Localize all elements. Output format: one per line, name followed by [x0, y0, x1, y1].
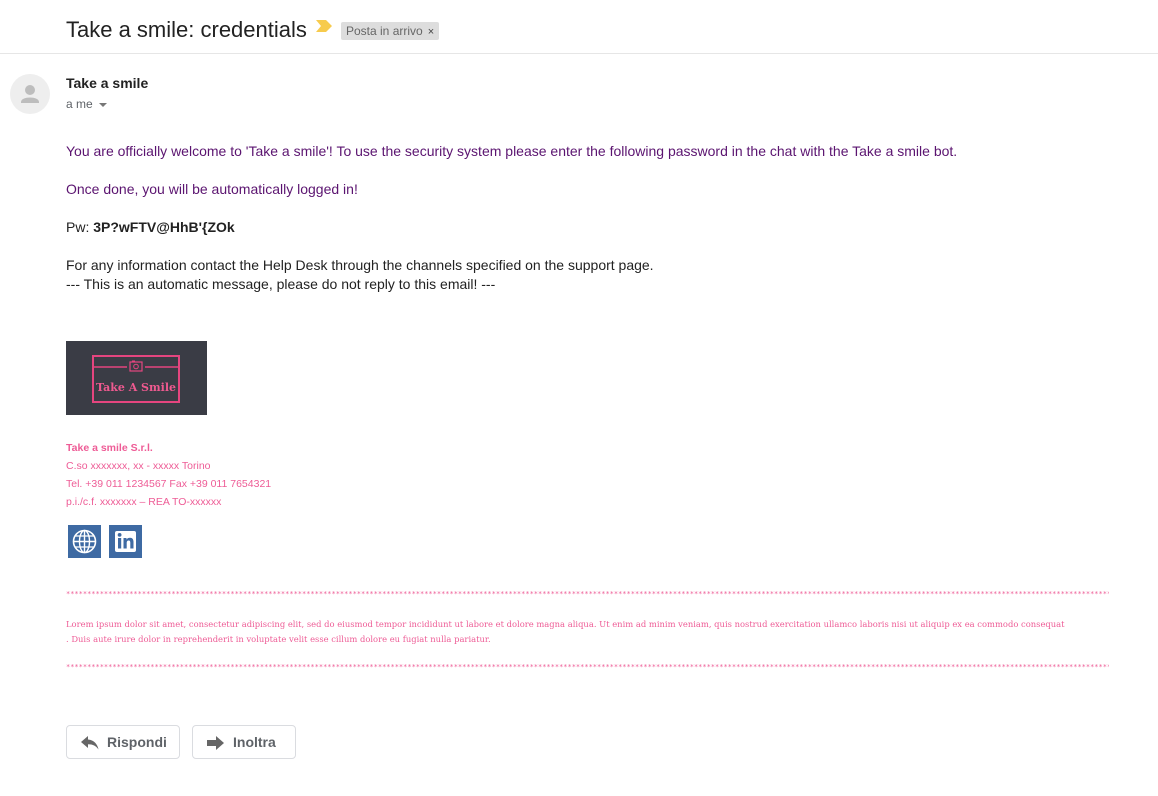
password-label: Pw: — [66, 219, 94, 235]
footer-separator-bottom: ****************************************… — [66, 663, 1109, 671]
sender-avatar[interactable] — [10, 74, 50, 114]
forward-icon — [207, 736, 225, 753]
footer-separator-top: ****************************************… — [66, 590, 1109, 598]
inbox-label-chip[interactable]: Posta in arrivo × — [341, 22, 440, 40]
body-welcome-line: You are officially welcome to 'Take a sm… — [66, 143, 958, 159]
signature-tax: p.i./c.f. xxxxxxx – REA TO-xxxxxx — [66, 496, 222, 508]
footer-lorem-line1: Lorem ipsum dolor sit amet, consectetur … — [66, 619, 1065, 629]
remove-label-icon[interactable]: × — [428, 26, 434, 38]
reply-button[interactable]: Rispondi — [66, 725, 180, 759]
signature-address: C.so xxxxxxx, xx - xxxxx Torino — [66, 460, 211, 472]
footer-lorem-line2: . Duis aute irure dolor in reprehenderit… — [66, 634, 491, 644]
chevron-down-icon[interactable] — [98, 102, 107, 107]
sender-name: Take a smile — [66, 75, 149, 91]
logo-text: Take A Smile — [95, 381, 176, 394]
email-subject: Take a smile: credentials — [66, 17, 307, 42]
logo-frame: Take A Smile — [92, 355, 180, 403]
recipient-details-toggle[interactable]: a me — [66, 97, 107, 111]
signature-phone: Tel. +39 011 1234567 Fax +39 011 7654321 — [66, 478, 272, 490]
reply-label: Rispondi — [107, 734, 167, 750]
recipient-text: a me — [66, 97, 93, 111]
globe-icon[interactable] — [68, 525, 101, 558]
forward-label: Inoltra — [233, 734, 276, 750]
subject-header: Take a smile: credentials Posta in arriv… — [0, 0, 1158, 54]
body-helpdesk-line: For any information contact the Help Des… — [66, 257, 654, 273]
body-automatic-notice: --- This is an automatic message, please… — [66, 276, 496, 292]
signature-company: Take a smile S.r.l. — [66, 442, 153, 454]
inbox-label-text: Posta in arrivo — [346, 24, 423, 38]
password-value: 3P?wFTV@HhB'{ZOk — [93, 219, 235, 235]
company-logo: Take A Smile — [66, 341, 207, 415]
body-login-line: Once done, you will be automatically log… — [66, 181, 358, 197]
person-icon — [21, 85, 39, 103]
linkedin-icon[interactable] — [109, 525, 142, 558]
reply-icon — [81, 736, 99, 753]
forward-button[interactable]: Inoltra — [192, 725, 296, 759]
camera-icon — [94, 360, 178, 372]
password-line: Pw: 3P?wFTV@HhB'{ZOk — [66, 219, 235, 235]
